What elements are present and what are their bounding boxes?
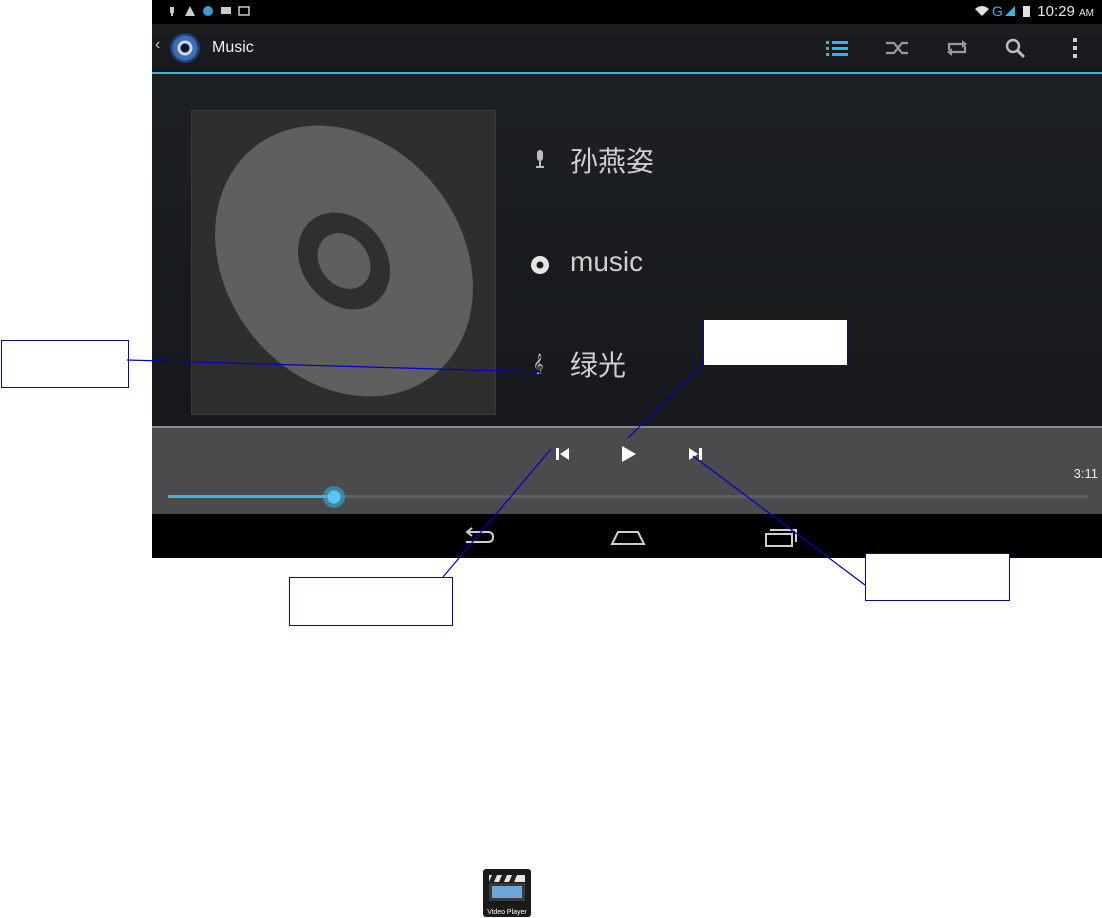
previous-icon[interactable] [550,441,576,467]
svg-text:𝄞: 𝄞 [533,354,544,374]
list-icon[interactable] [822,34,852,62]
album-art [191,110,496,415]
navigation-bar [152,514,1102,558]
playback-controls: 3:11 [152,426,1102,516]
next-icon[interactable] [682,441,708,467]
album-name: music [570,246,644,277]
shuffle-icon[interactable] [882,34,912,62]
signal-icon [1005,6,1015,16]
back-icon[interactable] [458,522,498,550]
image-icon [238,6,250,16]
callout-song-title [1,340,129,388]
search-icon[interactable] [1000,34,1030,62]
action-bar: ‹ Music [152,24,1102,74]
network-type: G [992,3,1003,19]
video-player-app-icon[interactable]: Video Player [483,869,531,917]
seek-bar-progress [168,495,334,498]
clapperboard-icon [489,875,525,901]
app-title: Music [212,39,254,56]
disc-icon [215,125,473,397]
album-icon [531,256,549,274]
wifi-icon [975,6,989,16]
recent-apps-icon[interactable] [760,522,800,550]
overflow-menu-icon[interactable] [1060,34,1090,62]
now-playing-panel: 孙燕姿 music 𝄞 绿光 [152,74,1102,426]
sync-icon [203,6,213,16]
track-duration: 3:11 [1073,466,1098,481]
video-player-label: Video Player [487,909,527,916]
home-icon[interactable] [608,522,648,550]
music-player-screen: G 10:29 AM ‹ Music 孙燕姿 music 𝄞 绿光 3:11 [152,0,1102,558]
callout-previous [289,577,453,626]
message-icon [221,7,231,14]
artist-name: 孙燕姿 [570,146,655,177]
warning-icon [185,6,195,16]
seek-bar-thumb[interactable] [322,486,345,508]
play-icon[interactable] [615,441,641,467]
callout-next [865,553,1010,601]
callout-play [703,319,848,366]
back-chevron[interactable]: ‹ [155,36,160,54]
status-bar: G 10:29 AM [152,0,1102,24]
clock: 10:29 AM [1037,3,1094,20]
microphone-icon [536,150,544,168]
song-title: 绿光 [570,350,627,381]
battery-icon [1023,6,1030,17]
music-app-icon[interactable] [170,33,200,63]
treble-clef-icon: 𝄞 [533,354,544,374]
usb-icon [170,7,174,16]
repeat-icon[interactable] [942,34,972,62]
